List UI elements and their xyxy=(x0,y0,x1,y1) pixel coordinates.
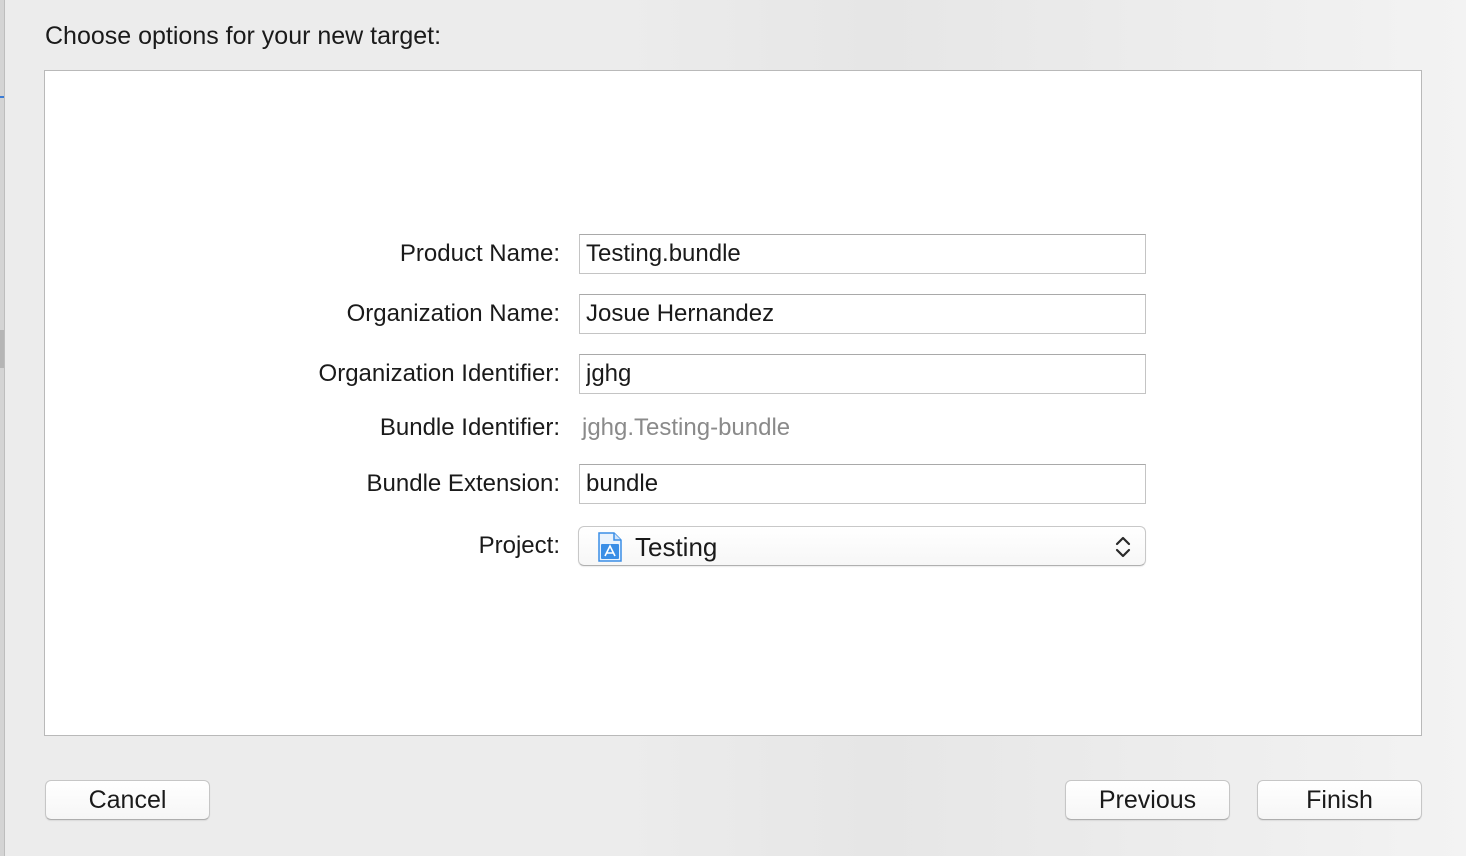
finish-button[interactable]: Finish xyxy=(1257,780,1422,820)
organization-identifier-label: Organization Identifier: xyxy=(318,360,560,387)
project-label: Project: xyxy=(478,532,560,559)
previous-button[interactable]: Previous xyxy=(1065,780,1230,820)
bundle-extension-label: Bundle Extension: xyxy=(366,470,560,497)
product-name-label: Product Name: xyxy=(399,240,560,267)
up-down-chevron-icon xyxy=(1115,536,1131,558)
project-popup[interactable]: Testing xyxy=(578,526,1146,566)
xcode-project-icon xyxy=(598,532,622,562)
dialog-title: Choose options for your new target: xyxy=(45,22,442,50)
background-scroll-mark xyxy=(0,330,4,368)
bundle-identifier-label: Bundle Identifier: xyxy=(379,414,560,441)
organization-identifier-field[interactable] xyxy=(579,354,1146,394)
organization-name-field[interactable] xyxy=(579,294,1146,334)
project-popup-value: Testing xyxy=(635,532,718,562)
bundle-identifier-value: jghg.Testing-bundle xyxy=(582,414,791,441)
product-name-field[interactable] xyxy=(579,234,1146,274)
options-panel xyxy=(44,70,1422,736)
background-selection-mark xyxy=(0,96,4,98)
cancel-button[interactable]: Cancel xyxy=(45,780,210,820)
bundle-extension-field[interactable] xyxy=(579,464,1146,504)
background-window-edge xyxy=(0,0,5,856)
organization-name-label: Organization Name: xyxy=(346,300,560,327)
